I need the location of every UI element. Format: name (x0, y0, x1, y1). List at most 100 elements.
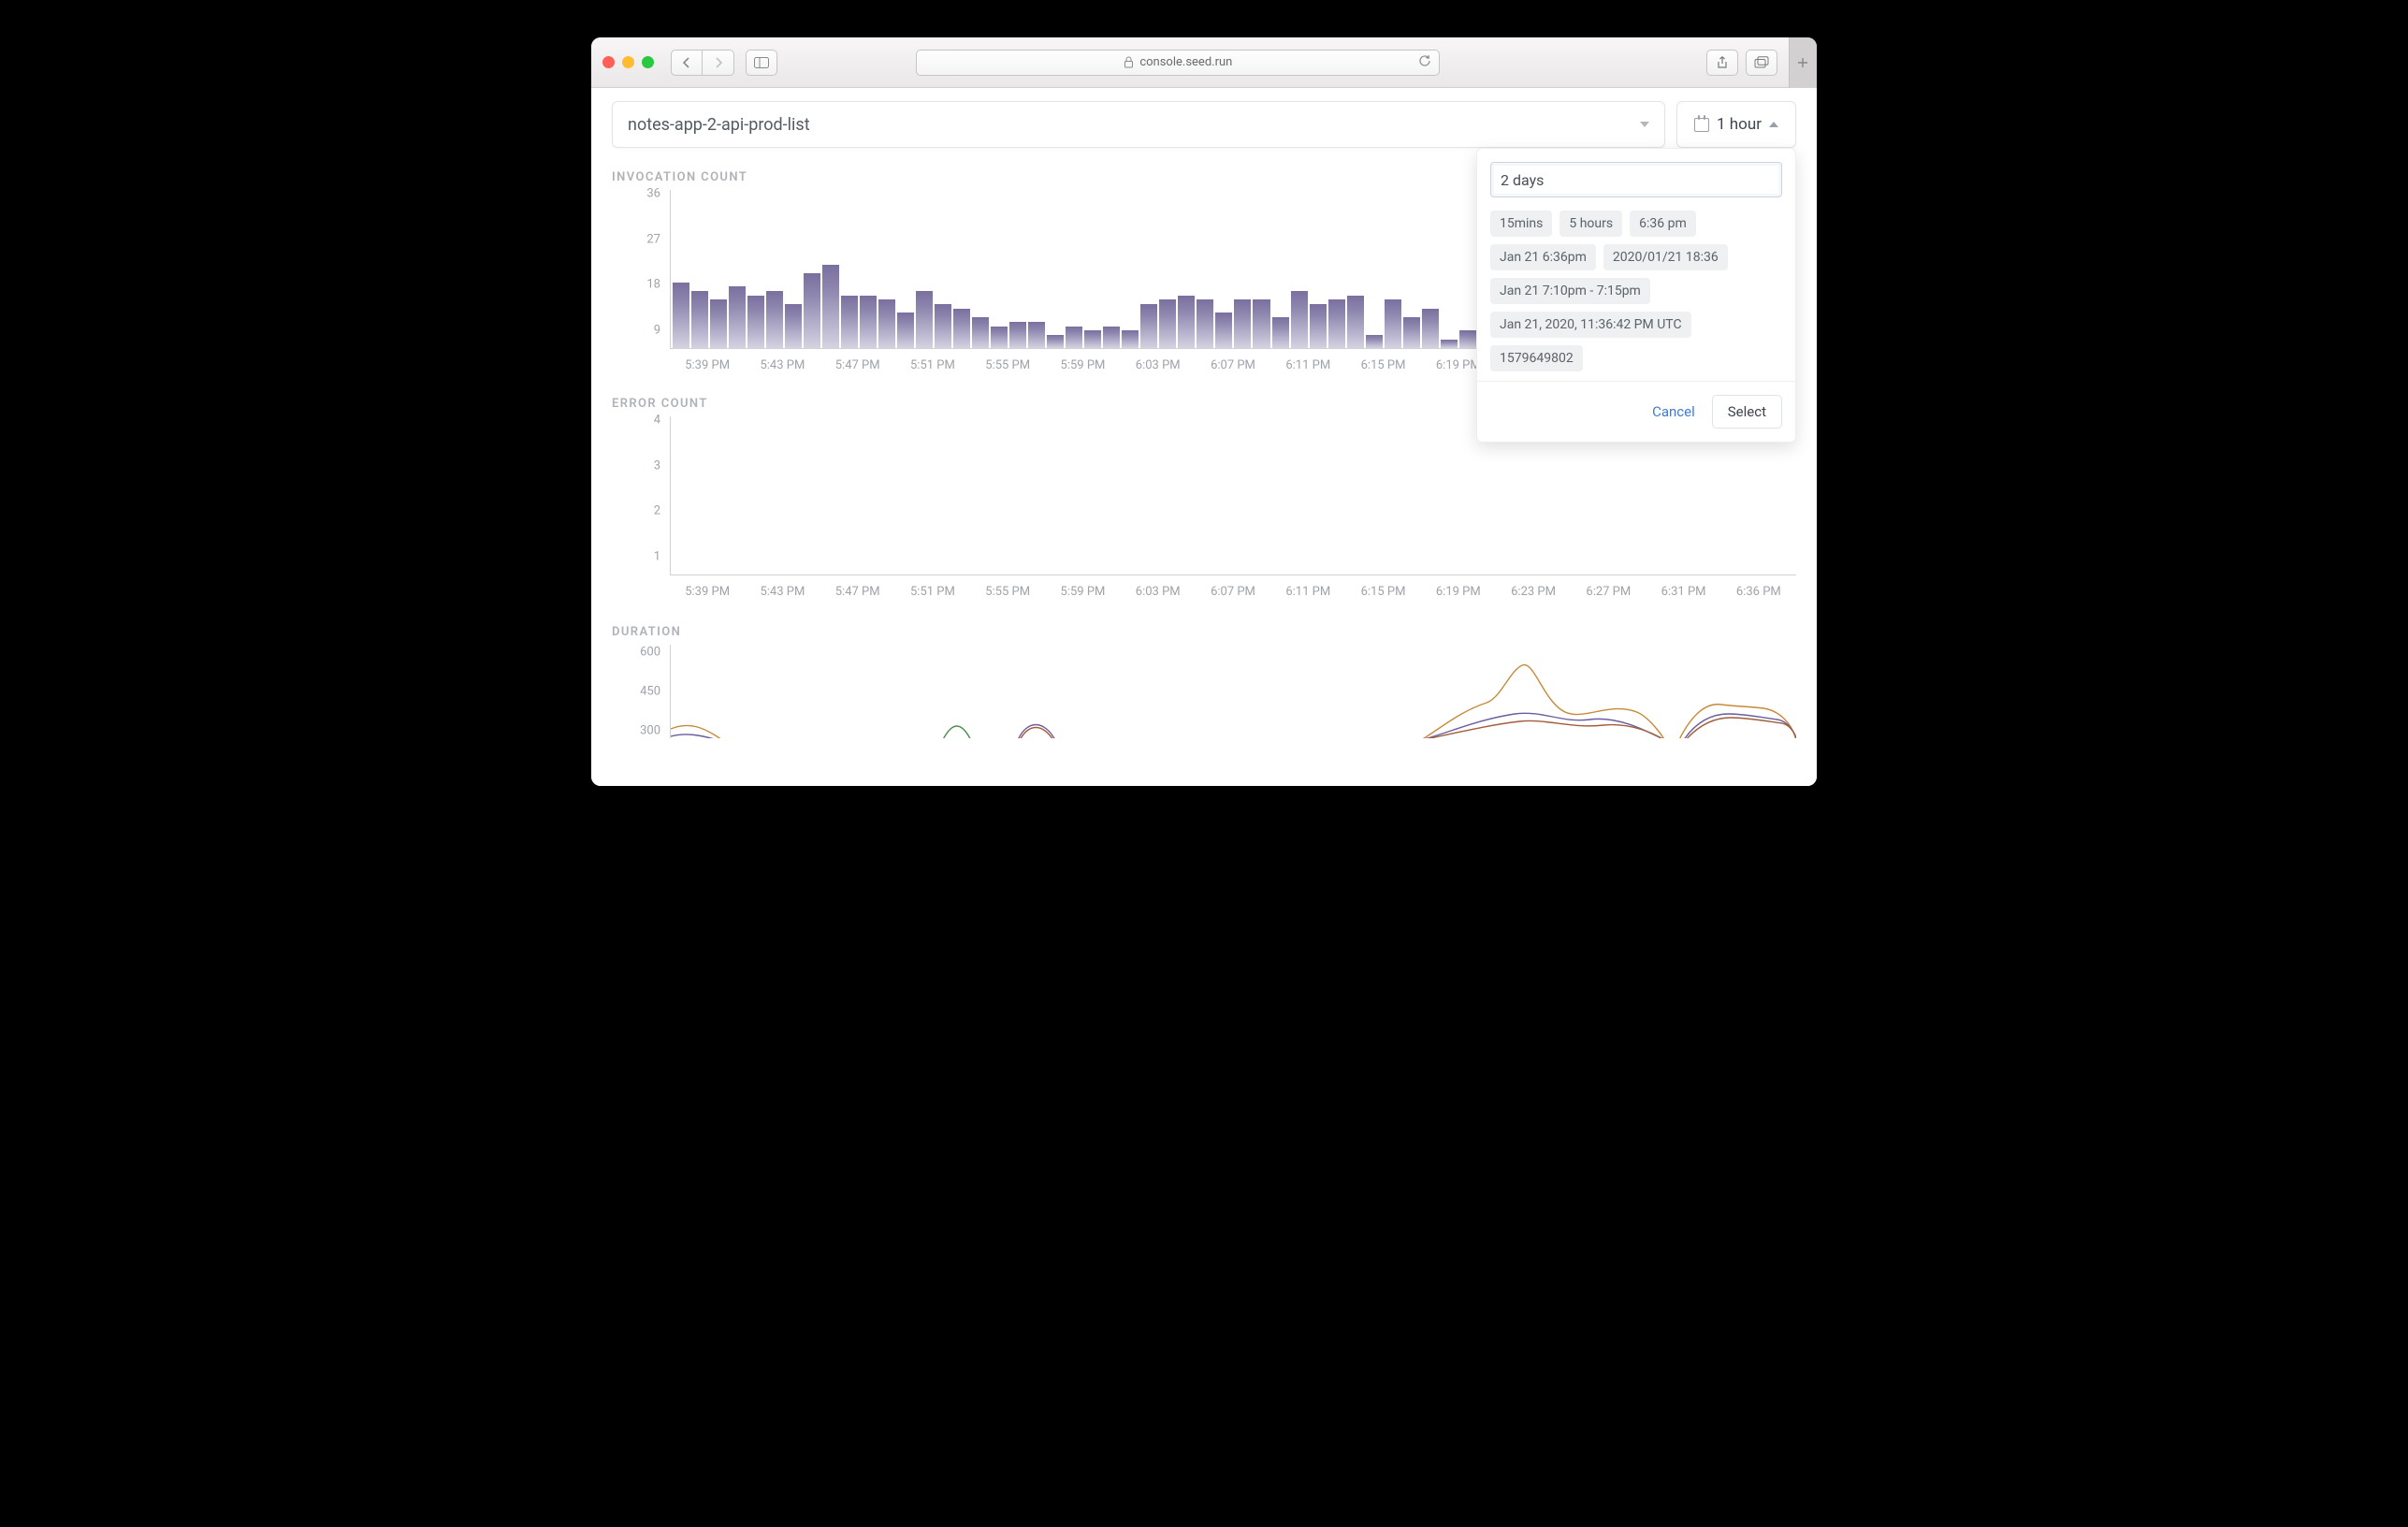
calendar-icon (1694, 118, 1709, 132)
maximize-window-icon[interactable] (642, 56, 654, 68)
chevron-up-icon (1769, 122, 1778, 127)
traffic-lights (602, 56, 654, 68)
duration-yaxis: 600 450 300 (612, 645, 670, 738)
bar (785, 304, 802, 348)
function-selector[interactable]: notes-app-2-api-prod-list (612, 101, 1665, 148)
bar (1159, 299, 1176, 348)
bar (1422, 309, 1439, 348)
url-text: console.seed.run (1139, 55, 1232, 69)
browser-titlebar: console.seed.run (591, 37, 1817, 88)
bar (766, 291, 783, 348)
bar (1197, 299, 1213, 348)
timerange-input[interactable] (1490, 162, 1782, 197)
bar (841, 296, 858, 348)
x-tick: 6:23 PM (1496, 585, 1571, 599)
sidebar-icon (754, 57, 769, 68)
timerange-chip[interactable]: 6:36 pm (1630, 211, 1696, 237)
tabs-icon (1754, 56, 1769, 68)
bar (1441, 340, 1458, 348)
x-tick: 6:07 PM (1196, 585, 1270, 599)
tabs-button[interactable] (1746, 50, 1777, 76)
address-bar[interactable]: console.seed.run (916, 50, 1440, 76)
bar (1459, 330, 1476, 348)
back-button[interactable] (671, 50, 703, 76)
bar (729, 286, 746, 348)
cancel-button[interactable]: Cancel (1652, 403, 1695, 420)
y-tick: 450 (640, 685, 660, 699)
x-tick: 6:15 PM (1345, 358, 1420, 372)
bar (747, 296, 764, 348)
right-toolbar (1706, 37, 1806, 88)
bar (1272, 317, 1289, 348)
reload-button[interactable] (1418, 54, 1431, 71)
x-tick: 6:07 PM (1196, 358, 1270, 372)
select-button[interactable]: Select (1712, 395, 1782, 429)
x-tick: 6:11 PM (1270, 585, 1345, 599)
filter-row: notes-app-2-api-prod-list 1 hour (612, 101, 1796, 148)
x-tick: 6:27 PM (1571, 585, 1646, 599)
timerange-chip[interactable]: Jan 21 7:10pm - 7:15pm (1490, 278, 1650, 304)
x-tick: 5:51 PM (895, 358, 970, 372)
error-chart: 4 3 2 1 5:39 PM5:43 PM5:47 PM5:51 PM5:55… (612, 416, 1796, 599)
bar (1310, 304, 1327, 348)
new-tab-button[interactable] (1789, 37, 1817, 88)
x-tick: 6:15 PM (1345, 585, 1420, 599)
bar (897, 313, 914, 348)
bar (1140, 304, 1157, 348)
reload-icon (1418, 54, 1431, 67)
minimize-window-icon[interactable] (622, 56, 634, 68)
close-window-icon[interactable] (602, 56, 615, 68)
chevron-down-icon (1640, 122, 1649, 127)
bar (1215, 313, 1232, 348)
duration-chart: 600 450 300 (612, 645, 1796, 738)
invocation-yaxis: 36 27 18 9 (612, 190, 670, 372)
page-content: notes-app-2-api-prod-list 1 hour INVOCAT… (591, 88, 1817, 786)
duration-title: DURATION (612, 625, 1796, 639)
bar (972, 317, 989, 348)
timerange-chip[interactable]: 15mins (1490, 211, 1552, 237)
timerange-chip[interactable]: Jan 21 6:36pm (1490, 244, 1596, 270)
x-tick: 6:03 PM (1121, 358, 1196, 372)
chevron-right-icon (714, 57, 723, 68)
bar (878, 299, 895, 348)
x-tick: 6:31 PM (1646, 585, 1720, 599)
plus-icon (1797, 57, 1808, 68)
timerange-chip[interactable]: 2020/01/21 18:36 (1603, 244, 1728, 270)
x-tick: 6:36 PM (1721, 585, 1796, 599)
share-button[interactable] (1706, 50, 1738, 76)
y-tick: 9 (654, 324, 660, 338)
bar (1103, 327, 1120, 348)
timerange-chip[interactable]: 1579649802 (1490, 345, 1583, 371)
x-tick: 5:55 PM (970, 585, 1045, 599)
x-tick: 6:19 PM (1421, 585, 1496, 599)
timerange-popover: 15mins 5 hours 6:36 pm Jan 21 6:36pm 2020/01… (1476, 148, 1796, 443)
x-tick: 5:59 PM (1045, 358, 1120, 372)
y-tick: 36 (646, 186, 660, 200)
bar (1066, 327, 1082, 348)
bar (710, 299, 727, 348)
bar (935, 304, 951, 348)
timerange-chip[interactable]: 5 hours (1559, 211, 1622, 237)
x-tick: 5:39 PM (670, 358, 745, 372)
bar (804, 273, 820, 348)
bar (1347, 296, 1364, 348)
y-tick: 600 (640, 646, 660, 660)
x-tick: 6:03 PM (1121, 585, 1196, 599)
sidebar-toggle-button[interactable] (746, 50, 777, 76)
y-tick: 18 (646, 278, 660, 292)
timerange-chip[interactable]: Jan 21, 2020, 11:36:42 PM UTC (1490, 312, 1691, 338)
bar (1234, 299, 1251, 348)
x-tick: 5:47 PM (820, 358, 895, 372)
error-plot: 5:39 PM5:43 PM5:47 PM5:51 PM5:55 PM5:59 … (670, 416, 1796, 599)
bar (1385, 299, 1401, 348)
time-range-selector[interactable]: 1 hour (1676, 101, 1796, 148)
share-icon (1717, 56, 1728, 69)
function-name: notes-app-2-api-prod-list (628, 115, 810, 135)
bar (691, 291, 708, 348)
x-tick: 5:47 PM (820, 585, 895, 599)
y-tick: 2 (654, 504, 660, 518)
browser-window: console.seed.run notes-app-2-api-prod-li… (591, 37, 1817, 786)
forward-button[interactable] (703, 50, 734, 76)
bar (822, 265, 839, 348)
bar (1122, 330, 1139, 348)
